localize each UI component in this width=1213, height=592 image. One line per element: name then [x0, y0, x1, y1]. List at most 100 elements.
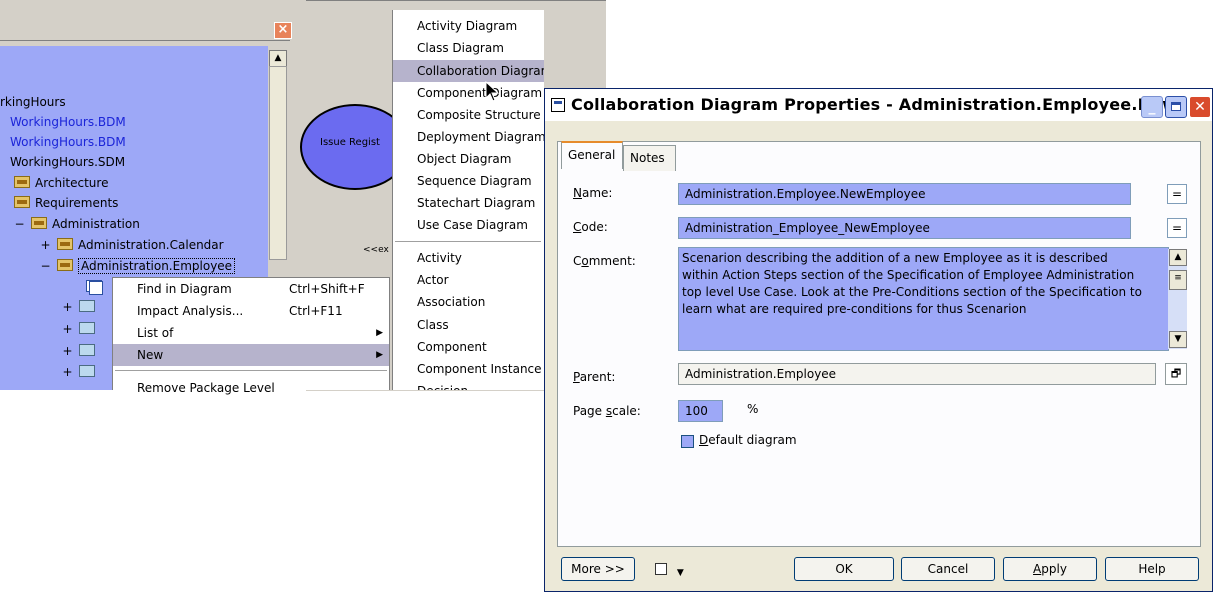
submenu-item-activity[interactable]: Activity: [393, 247, 544, 269]
tree-subfolder[interactable]: +: [62, 341, 95, 361]
page-scale-field[interactable]: 100: [678, 400, 723, 422]
tab-general[interactable]: General: [561, 141, 623, 169]
menu-item-remove-package-level[interactable]: Remove Package Level: [113, 377, 389, 399]
tree-item[interactable]: rkingHours: [0, 92, 66, 112]
scrollbar-thumb[interactable]: ≡: [1169, 270, 1187, 290]
submenu-item-class[interactable]: Class: [393, 314, 544, 336]
submenu-item-sequence-diagram[interactable]: Sequence Diagram: [393, 170, 544, 192]
more-button[interactable]: More >>: [561, 557, 635, 581]
submenu-item-statechart-diagram[interactable]: Statechart Diagram: [393, 192, 544, 214]
percent-label: %: [747, 402, 759, 416]
submenu-item-object-diagram[interactable]: Object Diagram: [393, 148, 544, 170]
tree-item-administration-employee[interactable]: − Administration.Employee: [40, 256, 236, 276]
tree-item-requirements[interactable]: Requirements: [14, 193, 118, 213]
scroll-down-icon[interactable]: ▼: [1169, 331, 1187, 348]
mouse-cursor-icon: [485, 81, 500, 102]
comment-textarea[interactable]: Scenarion describing the addition of a n…: [678, 247, 1169, 351]
code-label: Code:: [573, 220, 608, 234]
name-label: Name:: [573, 186, 613, 200]
cancel-button[interactable]: Cancel: [901, 557, 995, 581]
expand-icon[interactable]: +: [40, 235, 51, 255]
menu-separator: [115, 370, 387, 371]
tree-item[interactable]: WorkingHours.BDM: [10, 112, 126, 132]
expand-icon[interactable]: +: [62, 341, 73, 361]
name-equals-button[interactable]: =: [1167, 184, 1187, 204]
name-field[interactable]: Administration.Employee.NewEmployee: [678, 183, 1131, 205]
comment-scrollbar[interactable]: ▲ ≡ ▼: [1168, 249, 1187, 349]
parent-field: Administration.Employee: [678, 363, 1156, 385]
submenu-item-component-instance[interactable]: Component Instance: [393, 358, 544, 380]
tree-item-architecture[interactable]: Architecture: [14, 173, 108, 193]
menu-item-impact-analysis[interactable]: Impact Analysis... Ctrl+F11: [113, 300, 389, 322]
scroll-up-icon[interactable]: ▲: [269, 50, 287, 67]
package-icon: [14, 196, 30, 208]
folder-icon: [79, 365, 95, 377]
code-field[interactable]: Administration_Employee_NewEmployee: [678, 217, 1131, 239]
package-icon: [57, 259, 73, 271]
help-button[interactable]: Help: [1105, 557, 1199, 581]
folder-icon: [79, 300, 95, 312]
submenu-item-decision[interactable]: Decision: [393, 380, 544, 390]
close-icon[interactable]: ×: [274, 22, 292, 39]
scrollbar-thumb[interactable]: [269, 66, 287, 260]
minimize-icon[interactable]: _: [1141, 96, 1163, 118]
default-diagram-label: Default diagram: [699, 433, 797, 447]
context-menu: Find in Diagram Ctrl+Shift+F Impact Anal…: [89, 277, 390, 395]
tree-item[interactable]: WorkingHours.BDM: [10, 132, 126, 152]
tree-subfolder[interactable]: +: [62, 297, 95, 317]
tab-notes[interactable]: Notes: [623, 145, 676, 171]
dropdown-arrow-icon: ▼: [676, 568, 684, 578]
tree-subfolder[interactable]: +: [62, 362, 95, 382]
dialog-titlebar[interactable]: Collaboration Diagram Properties - Admin…: [545, 89, 1212, 121]
maximize-icon[interactable]: [1165, 96, 1187, 118]
submenu-arrow-icon: ▶: [376, 350, 383, 360]
comment-label: Comment:: [573, 254, 636, 268]
submenu-item-component[interactable]: Component: [393, 336, 544, 358]
options-dropdown[interactable]: ▼: [655, 559, 695, 579]
submenu-item-deployment-diagram[interactable]: Deployment Diagram: [393, 126, 544, 148]
package-icon: [14, 176, 30, 188]
code-equals-button[interactable]: =: [1167, 218, 1187, 238]
extend-label: <<ex: [363, 245, 389, 255]
menu-item-list-of[interactable]: List of ▶: [113, 322, 389, 344]
collapse-icon[interactable]: −: [14, 214, 25, 234]
package-icon: [31, 217, 47, 229]
menu-item-find-in-diagram[interactable]: Find in Diagram Ctrl+Shift+F: [89, 278, 389, 300]
submenu-item-collaboration-diagram[interactable]: Collaboration Diagram: [393, 60, 544, 82]
expand-icon[interactable]: +: [62, 297, 73, 317]
tree-item-administration-calendar[interactable]: + Administration.Calendar: [40, 235, 224, 255]
submenu-item-use-case-diagram[interactable]: Use Case Diagram: [393, 214, 544, 236]
close-icon[interactable]: ✕: [1189, 96, 1211, 118]
menu-separator: [395, 241, 541, 242]
folder-icon: [79, 322, 95, 334]
expand-icon[interactable]: +: [62, 319, 73, 339]
submenu-item-component-diagram[interactable]: Component Diagram: [393, 82, 544, 104]
folder-icon: [79, 344, 95, 356]
submenu-item-association[interactable]: Association: [393, 291, 544, 313]
submenu-item-activity-diagram[interactable]: Activity Diagram: [393, 15, 544, 37]
expand-icon[interactable]: +: [62, 362, 73, 382]
default-diagram-checkbox[interactable]: [681, 435, 694, 448]
use-case-label: Issue Regist: [320, 137, 380, 148]
properties-dialog: Collaboration Diagram Properties - Admin…: [544, 88, 1213, 592]
properties-icon: [551, 98, 565, 112]
browser-titlebar: [0, 0, 306, 40]
submenu-arrow-icon: ▶: [376, 328, 383, 338]
parent-properties-icon[interactable]: 🗗: [1165, 363, 1187, 385]
ok-button[interactable]: OK: [794, 557, 894, 581]
list-icon: [655, 563, 667, 575]
tree-item-administration[interactable]: − Administration: [14, 214, 140, 234]
page-scale-label: Page scale:: [573, 404, 641, 418]
scroll-up-icon[interactable]: ▲: [1169, 249, 1187, 266]
parent-label: Parent:: [573, 370, 616, 384]
tree-item[interactable]: WorkingHours.SDM: [10, 152, 125, 172]
tree-subfolder[interactable]: +: [62, 319, 95, 339]
new-submenu: Activity Diagram Class Diagram Collabora…: [392, 10, 544, 390]
submenu-item-class-diagram[interactable]: Class Diagram: [393, 37, 544, 59]
submenu-item-actor[interactable]: Actor: [393, 269, 544, 291]
package-icon: [57, 238, 73, 250]
collapse-icon[interactable]: −: [40, 256, 51, 276]
submenu-item-composite-structure[interactable]: Composite Structure: [393, 104, 544, 126]
menu-item-new[interactable]: New ▶: [113, 344, 389, 366]
apply-button[interactable]: Apply: [1003, 557, 1097, 581]
